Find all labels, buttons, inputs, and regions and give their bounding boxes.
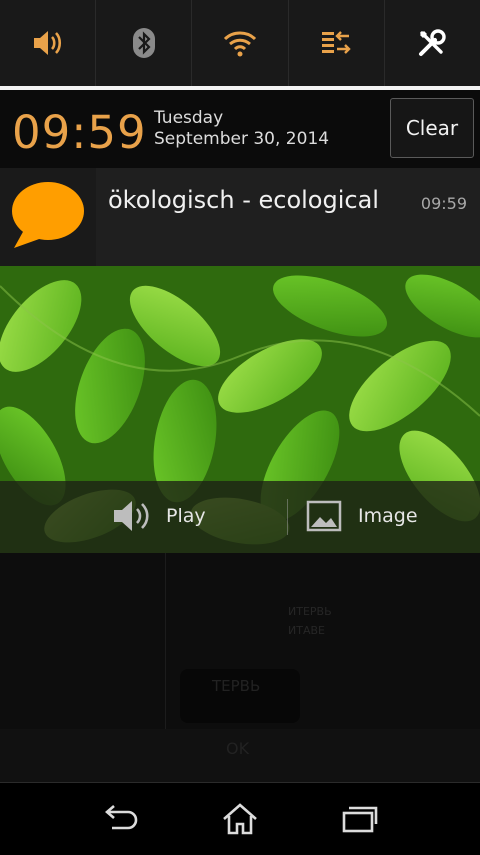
notification-item[interactable]: ökologisch - ecological 09:59 — [0, 168, 480, 266]
ghost-divider — [165, 553, 166, 733]
day-of-week: Tuesday — [154, 108, 224, 128]
data-sync-toggle[interactable] — [289, 0, 385, 86]
ghost-ok: OK — [226, 739, 250, 758]
sound-icon — [33, 31, 61, 55]
home-button[interactable] — [210, 797, 270, 841]
notification-time: 09:59 — [420, 194, 467, 213]
image-icon — [306, 500, 342, 532]
image-action[interactable]: Image — [306, 499, 418, 533]
sound-toggle[interactable] — [0, 0, 97, 86]
ghost-text-3: ТЕРВЬ — [212, 677, 261, 695]
wifi-icon — [223, 31, 257, 57]
clear-button[interactable]: Clear — [390, 98, 474, 158]
back-icon — [105, 805, 138, 830]
notification-actions: Play Image — [0, 481, 480, 553]
quick-settings-bar — [0, 0, 480, 86]
speech-bubble-icon — [12, 182, 84, 248]
home-icon — [223, 803, 257, 835]
notification-big-picture: Play Image — [0, 266, 480, 553]
recent-apps-icon — [342, 806, 378, 833]
navigation-bar — [0, 782, 480, 855]
bluetooth-icon — [132, 28, 155, 58]
back-button[interactable] — [90, 797, 150, 841]
ghost-text-2: ИТАВЕ — [288, 624, 325, 637]
wifi-toggle[interactable] — [192, 0, 289, 86]
ghost-text-1: ИТЕРВЬ — [288, 605, 332, 618]
play-action[interactable]: Play — [112, 499, 206, 533]
notification-title: ökologisch - ecological — [108, 186, 379, 214]
dimmed-app-background: ИТЕРВЬ ИТАВЕ ТЕРВЬ OK — [0, 553, 480, 782]
settings-button[interactable] — [385, 0, 480, 86]
data-sync-icon — [322, 31, 351, 54]
date-header: 09:59 Tuesday September 30, 2014 Clear — [0, 90, 480, 168]
settings-tools-icon — [419, 29, 447, 56]
full-date: September 30, 2014 — [154, 129, 330, 149]
bluetooth-toggle[interactable] — [96, 0, 193, 86]
image-label: Image — [358, 505, 418, 527]
play-label: Play — [166, 505, 206, 527]
recent-apps-button[interactable] — [330, 797, 390, 841]
actions-divider — [287, 499, 288, 535]
clock: 09:59 — [12, 106, 147, 159]
notification-app-icon — [0, 168, 96, 266]
speaker-icon — [114, 501, 149, 531]
